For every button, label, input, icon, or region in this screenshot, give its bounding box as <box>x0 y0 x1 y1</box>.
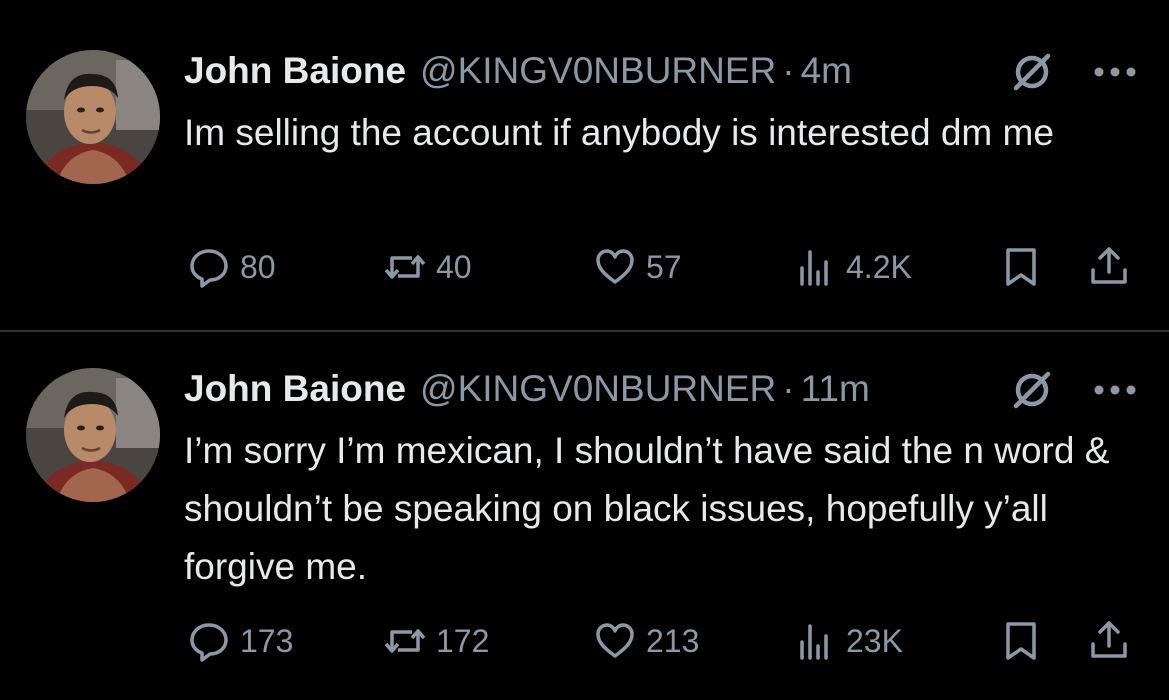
views-button[interactable]: 4.2K <box>794 242 912 292</box>
separator-dot: · <box>782 368 795 409</box>
tweet-header: John Baione @KINGV0NBURNER · 11m <box>184 364 870 414</box>
timestamp[interactable]: 4m <box>801 50 852 92</box>
more-dots-icon[interactable] <box>1092 64 1138 80</box>
reply-button[interactable]: 80 <box>188 242 276 292</box>
action-bar: 173 172 213 23K <box>0 616 1169 666</box>
reply-icon <box>190 623 228 662</box>
blocked-circle-icon[interactable] <box>1010 368 1054 412</box>
tweet[interactable]: John Baione @KINGV0NBURNER · 11m I’m sor… <box>0 332 1169 700</box>
heart-icon <box>596 249 634 284</box>
author-name[interactable]: John Baione <box>184 50 406 92</box>
reply-count: 173 <box>240 622 294 659</box>
views-button[interactable]: 23K <box>794 616 903 666</box>
avatar[interactable] <box>26 368 160 502</box>
views-count: 23K <box>846 622 903 659</box>
tweet[interactable]: John Baione @KINGV0NBURNER · 4m Im selli… <box>0 0 1169 330</box>
tweet-text: I’m sorry I’m mexican, I shouldn’t have … <box>184 430 1110 587</box>
share-icon <box>1091 247 1127 284</box>
like-button[interactable]: 57 <box>594 242 682 292</box>
share-icon <box>1091 621 1127 658</box>
bookmark-button[interactable] <box>1000 616 1042 666</box>
more-dots-icon[interactable] <box>1092 382 1138 398</box>
share-button[interactable] <box>1088 242 1130 292</box>
repost-icon <box>384 629 426 653</box>
repost-icon <box>384 255 426 279</box>
author-handle[interactable]: @KINGV0NBURNER <box>420 368 776 410</box>
repost-button[interactable]: 172 <box>384 616 489 666</box>
reply-icon <box>190 249 228 288</box>
views-chart-icon <box>800 250 828 286</box>
views-count: 4.2K <box>846 248 912 285</box>
bookmark-button[interactable] <box>1000 242 1042 292</box>
share-button[interactable] <box>1088 616 1130 666</box>
blocked-circle-icon[interactable] <box>1010 50 1054 94</box>
tweet-header: John Baione @KINGV0NBURNER · 4m <box>184 46 852 96</box>
bookmark-icon <box>1006 622 1036 660</box>
avatar-image <box>26 50 160 184</box>
repost-button[interactable]: 40 <box>384 242 472 292</box>
separator-dot: · <box>782 50 795 91</box>
like-button[interactable]: 213 <box>594 616 699 666</box>
avatar[interactable] <box>26 50 160 184</box>
reply-button[interactable]: 173 <box>188 616 293 666</box>
bookmark-icon <box>1006 248 1036 286</box>
tweet-text: Im selling the account if anybody is int… <box>184 112 1054 153</box>
author-handle[interactable]: @KINGV0NBURNER <box>420 50 776 92</box>
heart-icon <box>596 623 634 658</box>
views-chart-icon <box>800 624 828 660</box>
action-bar: 80 40 57 4.2K <box>0 242 1169 292</box>
author-name[interactable]: John Baione <box>184 368 406 410</box>
avatar-image <box>26 368 160 502</box>
repost-count: 172 <box>436 622 490 659</box>
reply-count: 80 <box>240 248 276 285</box>
timestamp[interactable]: 11m <box>801 368 870 410</box>
like-count: 57 <box>646 248 682 285</box>
repost-count: 40 <box>436 248 472 285</box>
like-count: 213 <box>646 622 700 659</box>
